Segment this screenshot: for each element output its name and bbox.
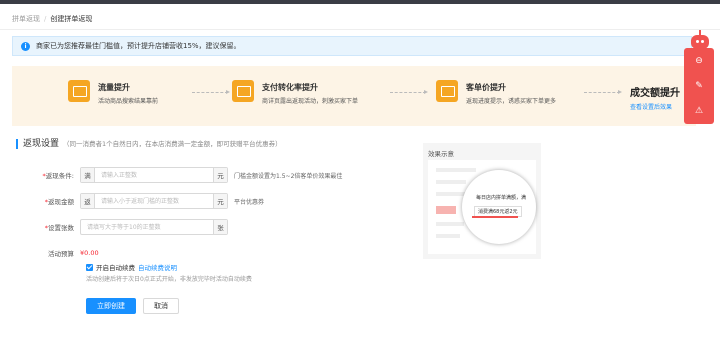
count-input-group: 张 [80, 219, 228, 235]
section-hint: （同一消费者1个自然日内，在本店消费满一定金额，即可获赠平台优惠券） [63, 140, 282, 148]
condition-suffix: 元 [213, 168, 227, 182]
benefit-steps: 流量提升 活动商品搜索结果靠前 支付转化率提升 商详页露出返现活动，刺激买家下单… [12, 66, 696, 126]
preview-magnifier: 每日店内拼单满额，满 消费满68元返2元 [462, 170, 536, 244]
condition-input-group: 满 元 [80, 167, 228, 183]
condition-label: *返现条件: [42, 172, 74, 180]
preview-image: 每日店内拼单满额，满 消费满68元返2元 [428, 160, 536, 254]
breadcrumb: 拼单返现 / 创建拼单返现 [12, 14, 92, 24]
step-traffic: 流量提升 活动商品搜索结果靠前 [68, 80, 158, 105]
count-label: *设置张数 [44, 224, 74, 232]
amount-prefix: 返 [81, 194, 95, 208]
amount-input-group: 返 元 [80, 193, 228, 209]
budget-label: 活动预算 [48, 250, 74, 258]
chat-icon[interactable]: ⊖ [684, 48, 714, 73]
breadcrumb-parent[interactable]: 拼单返现 [12, 15, 40, 23]
step-title: 客单价提升 [466, 83, 506, 92]
view-effect-link[interactable]: 查看设置后效果 [630, 102, 680, 111]
preview-title: 效果示意 [428, 150, 454, 158]
step-final: 成交额提升 查看设置后效果 [630, 84, 680, 111]
step-connector [192, 90, 230, 94]
amount-label: *返现金额 [44, 198, 74, 206]
info-icon: i [21, 41, 30, 51]
warning-icon[interactable]: ⚠ [684, 98, 714, 123]
budget-value: ¥0.00 [80, 249, 99, 257]
section-title-text: 返现设置 [23, 139, 60, 149]
count-suffix: 张 [213, 220, 227, 234]
edit-icon[interactable]: ✎ [684, 73, 714, 98]
floating-sidebar: ⊖ ✎ ⚠ [684, 48, 714, 124]
amount-suffix: 元 [213, 194, 227, 208]
auto-renew-help-link[interactable]: 自动续费说明 [138, 262, 177, 272]
preview-line1: 每日店内拼单满额，满 [476, 195, 527, 201]
step-connector [390, 90, 428, 94]
section-title: 返现设置 （同一消费者1个自然日内，在本店消费满一定金额，即可获赠平台优惠券） [16, 139, 282, 149]
breadcrumb-separator: / [44, 15, 47, 23]
step-conversion: 支付转化率提升 商详页露出返现活动，刺激买家下单 [232, 80, 358, 105]
amount-tip: 平台优惠券 [234, 198, 265, 206]
step-title: 支付转化率提升 [262, 83, 318, 92]
auto-renew-row: 开启自动续费 自动续费说明 [86, 262, 177, 272]
cancel-button[interactable]: 取消 [143, 298, 179, 314]
notice-text: 商家已为您推荐最佳门槛值，预计提升店铺营收15%，建议保留。 [36, 42, 241, 50]
step-desc: 活动商品搜索结果靠前 [98, 98, 159, 105]
info-notice: i 商家已为您推荐最佳门槛值，预计提升店铺营收15%，建议保留。 [12, 36, 692, 56]
count-row: *设置张数 张 [20, 219, 228, 235]
budget-row: 活动预算 ¥0.00 [20, 245, 99, 261]
header-divider [0, 29, 720, 30]
wallet-icon [232, 80, 254, 102]
amount-input[interactable] [95, 194, 213, 208]
top-bar [0, 0, 720, 4]
gift-icon [436, 80, 458, 102]
auto-renew-checkbox[interactable] [86, 263, 93, 271]
condition-input[interactable] [95, 168, 213, 182]
breadcrumb-current: 创建拼单返现 [50, 15, 93, 23]
step-connector [584, 90, 622, 94]
condition-tip: 门槛金额设置为1.5~2倍客单价效果最佳 [234, 172, 343, 180]
step-desc: 商详页露出返现活动，刺激买家下单 [262, 98, 359, 105]
chart-icon [68, 80, 90, 102]
create-button[interactable]: 立即创建 [86, 298, 136, 314]
effect-preview: 效果示意 每日店内拼单满额，满 消费满68元返2元 [423, 143, 541, 259]
step-desc: 返现进度提示，诱惑买家下单更多 [466, 98, 557, 105]
condition-prefix: 满 [81, 168, 95, 182]
auto-renew-note: 活动创建后将于次日0点正式开始，非发放完毕时活动自动续费 [86, 276, 252, 283]
condition-row: *返现条件: 满 元 门槛金额设置为1.5~2倍客单价效果最佳 [20, 167, 342, 183]
count-input[interactable] [81, 220, 213, 234]
step-order-value: 客单价提升 返现进度提示，诱惑买家下单更多 [436, 80, 556, 105]
amount-row: *返现金额 返 元 平台优惠券 [20, 193, 264, 209]
auto-renew-label[interactable]: 开启自动续费 [96, 262, 135, 272]
step-title: 流量提升 [98, 83, 130, 92]
final-title: 成交额提升 [630, 88, 680, 99]
